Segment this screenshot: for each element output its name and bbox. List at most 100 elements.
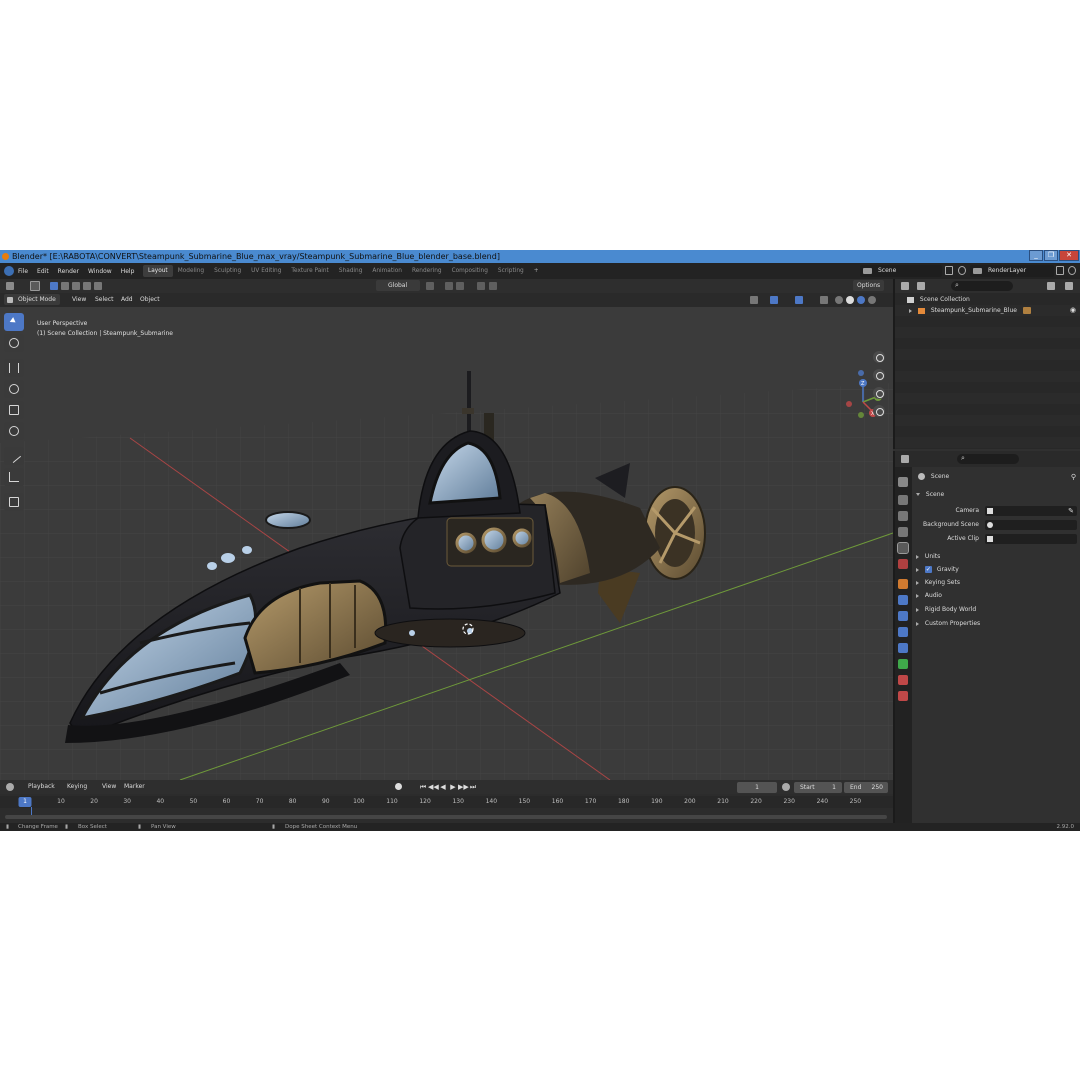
outliner-row-scene-collection[interactable]: Scene Collection — [895, 294, 1080, 305]
active-clip-field[interactable] — [985, 534, 1077, 544]
new-scene-icon[interactable] — [945, 266, 953, 275]
menu-select[interactable]: Select — [91, 294, 118, 305]
jump-start-icon[interactable]: ⏮ — [418, 783, 428, 791]
proportional-falloff-icon[interactable] — [489, 282, 497, 290]
select-mode-invert-icon[interactable] — [83, 282, 91, 290]
panel-collapse-icon[interactable] — [916, 493, 920, 496]
keying-sets-panel-header[interactable]: Keying Sets — [912, 577, 1080, 589]
solid-shading-icon[interactable] — [846, 296, 854, 304]
close-button[interactable]: ✕ — [1059, 250, 1079, 261]
frame-ruler[interactable]: 1 10 20 30 40 50 60 70 80 90 100 110 120 130 140 150 16… — [0, 796, 893, 808]
annotate-tool[interactable] — [4, 447, 24, 465]
menu-marker[interactable]: Marker — [120, 781, 149, 792]
menu-object[interactable]: Object — [136, 294, 164, 305]
gravity-checkbox[interactable]: ✓ — [924, 566, 932, 573]
cursor-tool[interactable] — [4, 334, 24, 352]
timeline-scrollbar[interactable] — [5, 815, 887, 819]
menu-render[interactable]: Render — [58, 268, 79, 275]
scale-tool[interactable] — [4, 401, 24, 419]
view-layer-selector[interactable]: RenderLayer — [970, 265, 1054, 277]
minimize-button[interactable]: _ — [1029, 250, 1043, 261]
properties-search-input[interactable] — [957, 454, 1019, 464]
display-mode-icon[interactable] — [917, 282, 925, 290]
menu-edit[interactable]: Edit — [37, 268, 49, 275]
add-workspace-button[interactable]: + — [529, 265, 544, 277]
menu-timeline-view[interactable]: View — [98, 781, 120, 792]
world-tab-icon[interactable] — [898, 559, 908, 569]
orientation-dropdown[interactable]: Global — [376, 280, 420, 291]
custom-properties-expand-icon[interactable] — [916, 621, 919, 626]
gizmo-toggle-icon[interactable] — [770, 296, 778, 304]
material-shading-icon[interactable] — [857, 296, 865, 304]
visibility-icon[interactable] — [750, 296, 758, 304]
playhead-label[interactable]: 1 — [18, 797, 32, 807]
wireframe-shading-icon[interactable] — [835, 296, 843, 304]
editor-type-icon[interactable] — [6, 282, 14, 290]
tab-uv-editing[interactable]: UV Editing — [246, 265, 286, 277]
modifier-tab-icon[interactable] — [898, 595, 908, 605]
rigid-body-world-panel-header[interactable]: Rigid Body World — [912, 604, 1080, 616]
view-layer-tab-icon[interactable] — [898, 527, 908, 537]
scene-selector[interactable]: Scene — [860, 265, 942, 277]
gizmo-neg-y[interactable] — [858, 412, 864, 418]
audio-panel-header[interactable]: Audio — [912, 590, 1080, 602]
tab-sculpting[interactable]: Sculpting — [209, 265, 246, 277]
play-icon[interactable]: ▶ — [448, 783, 458, 791]
timeline-editor-icon[interactable] — [6, 783, 14, 791]
delete-scene-icon[interactable] — [958, 266, 966, 275]
audio-expand-icon[interactable] — [916, 593, 919, 598]
menu-playback[interactable]: Playback — [24, 781, 59, 792]
tab-modeling[interactable]: Modeling — [173, 265, 209, 277]
select-mode-extend-icon[interactable] — [61, 282, 69, 290]
visibility-eye-icon[interactable]: ◉ — [1070, 305, 1076, 316]
outliner-row-object[interactable]: Steampunk_Submarine_Blue ◉ — [895, 305, 1080, 316]
rigid-body-expand-icon[interactable] — [916, 607, 919, 612]
camera-field[interactable] — [985, 506, 1077, 516]
expand-arrow-icon[interactable] — [909, 308, 912, 313]
tab-scripting[interactable]: Scripting — [493, 265, 529, 277]
texture-tab-icon[interactable] — [898, 691, 908, 701]
end-frame-field[interactable]: End 250 — [844, 782, 888, 793]
pin-icon[interactable]: ⚲ — [1071, 471, 1076, 483]
delete-view-layer-icon[interactable] — [1068, 266, 1076, 275]
menu-view[interactable]: View — [68, 294, 90, 305]
jump-keyframe-back-icon[interactable]: ◀◀ — [428, 783, 439, 791]
data-tab-icon[interactable] — [898, 659, 908, 669]
keying-sets-expand-icon[interactable] — [916, 580, 919, 585]
tool-tab-icon[interactable] — [898, 477, 908, 487]
auto-keying-icon[interactable] — [395, 783, 402, 790]
select-mode-subtract-icon[interactable] — [72, 282, 80, 290]
move-tool[interactable] — [4, 359, 24, 377]
camera-view-icon[interactable] — [873, 387, 885, 399]
custom-properties-panel-header[interactable]: Custom Properties — [912, 618, 1080, 630]
jump-keyframe-forward-icon[interactable]: ▶▶ — [458, 783, 469, 791]
constraints-tab-icon[interactable] — [898, 643, 908, 653]
tab-compositing[interactable]: Compositing — [447, 265, 493, 277]
gravity-expand-icon[interactable] — [916, 567, 919, 572]
outliner-search-input[interactable] — [951, 281, 1013, 291]
outliner-editor-icon[interactable] — [901, 282, 909, 290]
select-box-tool[interactable] — [4, 313, 24, 331]
zoom-icon[interactable] — [873, 351, 885, 363]
start-frame-field[interactable]: Start 1 — [794, 782, 842, 793]
measure-tool[interactable] — [4, 468, 24, 486]
options-dropdown[interactable]: Options — [853, 280, 885, 291]
gizmo-neg-z[interactable] — [858, 370, 864, 376]
tab-texture-paint[interactable]: Texture Paint — [286, 265, 333, 277]
proportional-edit-icon[interactable] — [477, 282, 485, 290]
menu-window[interactable]: Window — [88, 268, 112, 275]
background-scene-field[interactable] — [985, 520, 1077, 530]
maximize-button[interactable]: ❐ — [1044, 250, 1058, 261]
rendered-shading-icon[interactable] — [868, 296, 876, 304]
pivot-point-icon[interactable] — [426, 282, 434, 290]
material-tab-icon[interactable] — [898, 675, 908, 685]
xray-toggle-icon[interactable] — [820, 296, 828, 304]
stopwatch-icon[interactable] — [782, 783, 790, 791]
new-view-layer-icon[interactable] — [1056, 266, 1064, 275]
tab-rendering[interactable]: Rendering — [407, 265, 447, 277]
pan-hand-icon[interactable] — [873, 369, 885, 381]
particles-tab-icon[interactable] — [898, 611, 908, 621]
new-collection-icon[interactable] — [1065, 282, 1073, 290]
select-mode-intersect-icon[interactable] — [94, 282, 102, 290]
gravity-panel-header[interactable]: ✓ Gravity — [912, 564, 1080, 576]
